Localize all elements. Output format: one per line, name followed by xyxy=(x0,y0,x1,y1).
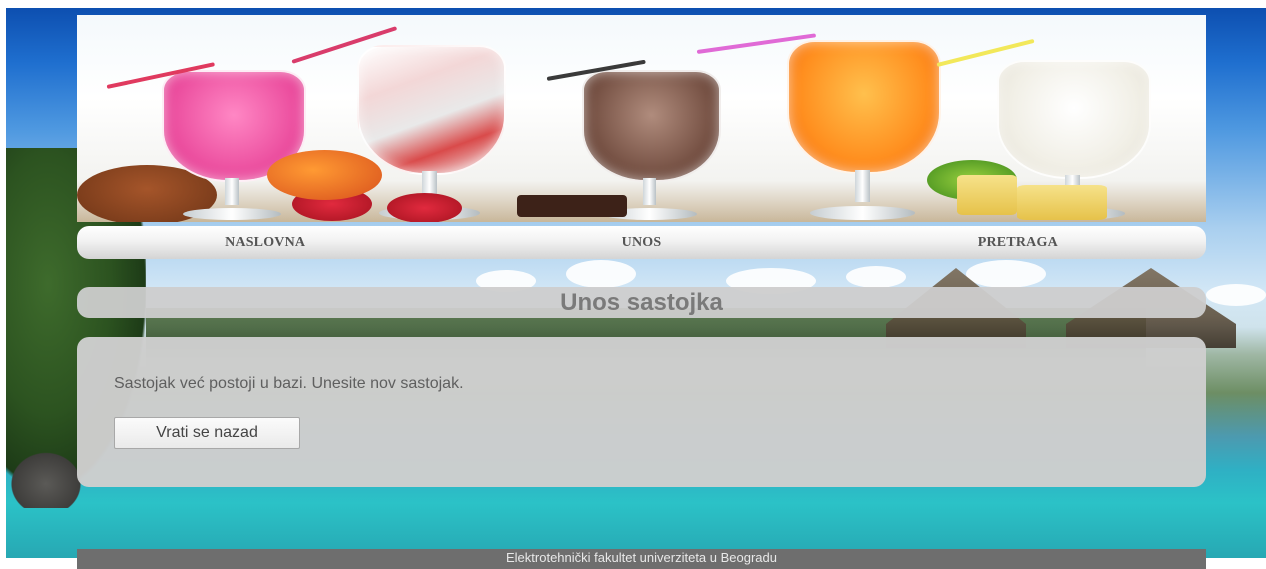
content-panel: Sastojak već postoji u bazi. Unesite nov… xyxy=(77,337,1206,487)
status-message: Sastojak već postoji u bazi. Unesite nov… xyxy=(114,375,464,392)
main-nav: NASLOVNA UNOS PRETRAGA xyxy=(77,226,1206,259)
nav-item-naslovna[interactable]: NASLOVNA xyxy=(77,235,453,251)
header-banner xyxy=(77,15,1206,222)
back-button[interactable]: Vrati se nazad xyxy=(114,417,300,449)
nav-item-unos[interactable]: UNOS xyxy=(453,235,829,251)
nav-item-pretraga[interactable]: PRETRAGA xyxy=(830,235,1206,251)
page-title: Unos sastojka xyxy=(560,288,723,316)
page-title-bar: Unos sastojka xyxy=(77,287,1206,318)
footer: Elektrotehnički fakultet univerziteta u … xyxy=(77,549,1206,569)
